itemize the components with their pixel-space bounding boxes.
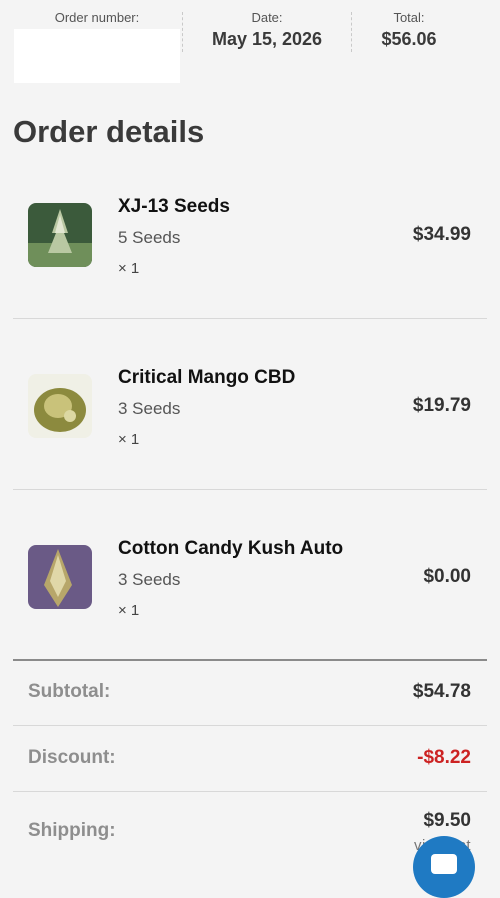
- date-label: Date:: [251, 10, 283, 25]
- totals-divider: [13, 791, 487, 792]
- date-column: Date: May 15, 2026: [190, 10, 344, 50]
- discount-value: -$8.22: [417, 747, 471, 768]
- product-name[interactable]: XJ-13 Seeds: [118, 196, 230, 218]
- order-number-column: Order number:: [14, 10, 180, 83]
- product-price: $34.99: [412, 224, 471, 245]
- product-name[interactable]: Critical Mango CBD: [118, 367, 295, 389]
- subtotal-label: Subtotal:: [28, 681, 111, 702]
- date-value: May 15, 2026: [211, 29, 323, 49]
- summary-separator: [351, 12, 352, 52]
- shipping-value: $9.50: [423, 810, 471, 831]
- order-summary: Order number: Date: May 15, 2026 Total: …: [0, 0, 500, 90]
- product-quantity: × 1: [118, 602, 140, 619]
- total-value: $56.06: [381, 29, 437, 49]
- subtotal-value: $54.78: [412, 681, 471, 702]
- page-title: Order details: [13, 114, 205, 149]
- total-label: Total:: [393, 10, 425, 25]
- totals-divider: [13, 725, 487, 726]
- shipping-label: Shipping:: [28, 820, 116, 841]
- product-thumbnail[interactable]: [28, 374, 92, 438]
- items-totals-divider: [13, 659, 487, 661]
- product-price: $0.00: [423, 566, 471, 587]
- item-divider: [13, 318, 487, 319]
- chat-icon: [431, 854, 457, 874]
- order-item: Critical Mango CBD 3 Seeds × 1 $19.79: [13, 341, 487, 511]
- discount-label: Discount:: [28, 747, 116, 768]
- order-item: XJ-13 Seeds 5 Seeds × 1 $34.99: [13, 170, 487, 340]
- product-thumbnail[interactable]: [28, 545, 92, 609]
- item-divider: [13, 489, 487, 490]
- product-variant: 3 Seeds: [118, 570, 181, 589]
- product-variant: 5 Seeds: [118, 228, 181, 247]
- product-quantity: × 1: [118, 431, 140, 448]
- product-quantity: × 1: [118, 260, 140, 277]
- order-number-redacted: [14, 29, 180, 83]
- total-column: Total: $56.06: [360, 10, 458, 50]
- order-number-label: Order number:: [54, 10, 140, 25]
- chat-button[interactable]: [413, 836, 475, 898]
- product-price: $19.79: [412, 395, 471, 416]
- order-item: Cotton Candy Kush Auto 3 Seeds × 1 $0.00: [13, 512, 487, 682]
- product-thumbnail[interactable]: [28, 203, 92, 267]
- summary-separator: [182, 12, 183, 52]
- product-variant: 3 Seeds: [118, 399, 181, 418]
- product-name[interactable]: Cotton Candy Kush Auto: [118, 538, 343, 560]
